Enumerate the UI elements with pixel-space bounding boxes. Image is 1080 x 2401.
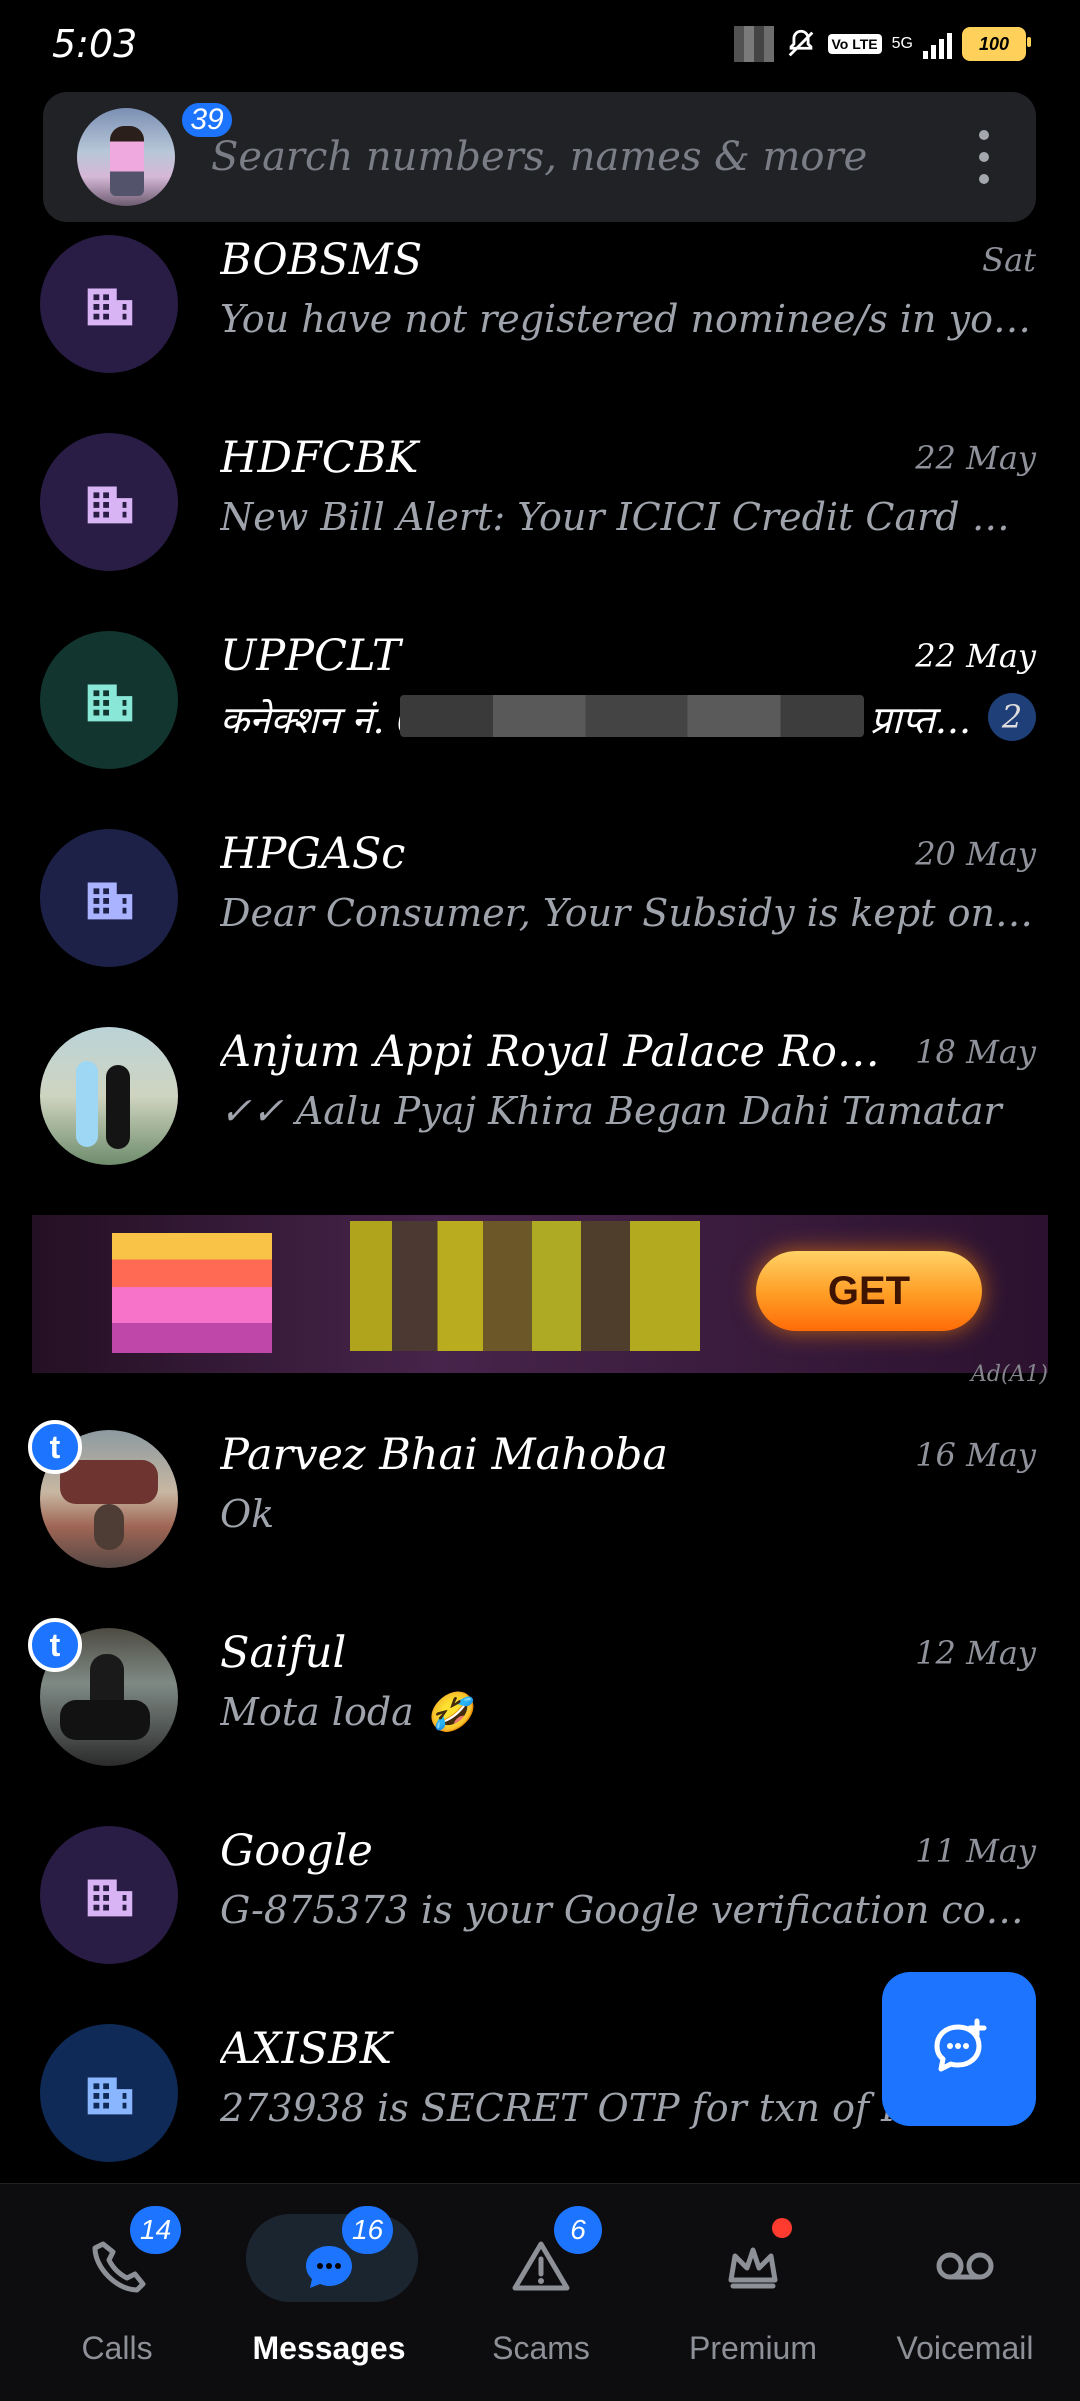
notification-dot <box>772 2218 792 2238</box>
ad-image <box>112 1233 272 1353</box>
blurred-preview-text <box>400 695 864 737</box>
scams-badge: 6 <box>554 2206 602 2254</box>
sender-name: BOBSMS <box>220 235 423 285</box>
message-preview: You have not registered nominee/s in you… <box>220 297 1036 341</box>
conversation-item[interactable]: UPPCLT 22 May कनेक्शन नं. 6 प्राप्त... 2 <box>0 631 1080 829</box>
building-icon <box>40 433 178 571</box>
voicemail-icon <box>923 2224 1007 2308</box>
building-icon <box>40 1826 178 1964</box>
building-icon <box>40 235 178 373</box>
message-preview: G-875373 is your Google verification cod… <box>220 1888 1036 1932</box>
ad-get-button[interactable]: GET <box>756 1251 982 1331</box>
blurred-status-icon <box>733 26 774 62</box>
message-date: 12 May <box>915 1634 1036 1672</box>
sender-name: Google <box>220 1826 373 1876</box>
nav-label: Scams <box>492 2330 590 2366</box>
ad-logo <box>350 1221 700 1351</box>
sender-name: UPPCLT <box>220 631 401 681</box>
conversation-list: BOBSMS Sat You have not registered nomin… <box>0 235 1080 1225</box>
conversation-item[interactable]: t Saiful 12 May Mota loda 🤣 <box>0 1618 1080 1826</box>
sender-name: Parvez Bhai Mahoba <box>220 1430 669 1480</box>
bottom-navigation: 14 Calls 16 Messages 6 Scams Premium Voi… <box>0 2183 1080 2401</box>
status-time: 5:03 <box>52 22 138 66</box>
message-date: 11 May <box>915 1832 1036 1870</box>
nav-scams[interactable]: 6 Scams <box>436 2184 646 2401</box>
building-icon <box>40 2024 178 2162</box>
app-badge-icon: t <box>28 1420 82 1474</box>
conversation-item[interactable]: BOBSMS Sat You have not registered nomin… <box>0 235 1080 433</box>
new-message-button[interactable] <box>882 1972 1036 2126</box>
building-icon <box>40 631 178 769</box>
nav-label: Premium <box>688 2330 817 2366</box>
message-date: 20 May <box>915 835 1036 873</box>
message-preview: Dear Consumer, Your Subsidy is kept on h… <box>220 891 1036 935</box>
calls-badge: 14 <box>130 2206 182 2254</box>
nav-voicemail[interactable]: Voicemail <box>860 2184 1070 2401</box>
battery-icon: 100 <box>962 27 1031 61</box>
sender-name: Saiful <box>220 1628 347 1678</box>
status-bar: 5:03 Vo LTE 5G 100 <box>0 0 1080 90</box>
new-message-icon <box>934 2018 987 2072</box>
conversation-item[interactable]: Anjum Appi Royal Palace Royal ... 18 May… <box>0 1027 1080 1225</box>
conversation-item[interactable]: HPGASc 20 May Dear Consumer, Your Subsid… <box>0 829 1080 1027</box>
nav-calls[interactable]: 14 Calls <box>12 2184 222 2401</box>
message-date: 16 May <box>915 1436 1036 1474</box>
nav-label: Messages <box>252 2330 406 2366</box>
conversation-item[interactable]: t Parvez Bhai Mahoba 16 May Ok <box>0 1420 1080 1628</box>
bell-muted-icon <box>788 29 813 57</box>
nav-premium[interactable]: Premium <box>648 2184 858 2401</box>
app-badge-icon: t <box>28 1618 82 1672</box>
conversation-item[interactable]: HDFCBK 22 May New Bill Alert: Your ICICI… <box>0 433 1080 631</box>
message-date: 18 May <box>915 1033 1036 1071</box>
building-icon <box>40 829 178 967</box>
sender-name: AXISBK <box>220 2024 392 2074</box>
message-preview: ✓✓ Aalu Pyaj Khira Began Dahi Tamatar <box>220 1089 1002 1133</box>
volte-indicator: Vo LTE <box>827 34 882 54</box>
status-icons: Vo LTE 5G 100 <box>733 26 1031 62</box>
search-input[interactable] <box>209 118 933 196</box>
nav-label: Calls <box>81 2330 153 2366</box>
network-type: 5G <box>891 35 913 52</box>
ad-banner[interactable]: GET Ad(A1) <box>32 1215 1048 1387</box>
sender-name: HPGASc <box>220 829 406 879</box>
nav-label: Voicemail <box>896 2330 1034 2366</box>
message-preview: Ok <box>220 1492 275 1536</box>
unread-count-badge: 2 <box>988 693 1036 741</box>
messages-badge: 16 <box>342 2206 394 2254</box>
profile-avatar[interactable] <box>77 108 175 206</box>
message-preview: Mota loda 🤣 <box>220 1690 474 1734</box>
message-date: 22 May <box>915 439 1036 477</box>
message-preview-tail: प्राप्त... <box>870 698 972 742</box>
message-preview: New Bill Alert: Your ICICI Credit Card B… <box>220 495 1036 539</box>
search-bar[interactable]: 39 <box>43 92 1036 222</box>
sender-name: HDFCBK <box>220 433 419 483</box>
signal-icon <box>923 29 952 59</box>
sender-name: Anjum Appi Royal Palace Royal ... <box>220 1027 880 1077</box>
message-date: Sat <box>982 241 1036 279</box>
contact-avatar <box>40 1027 178 1165</box>
more-options-button[interactable] <box>976 130 992 184</box>
nav-messages[interactable]: 16 Messages <box>224 2184 434 2401</box>
message-date: 22 May <box>915 637 1036 675</box>
ad-label: Ad(A1) <box>970 1362 1048 1387</box>
